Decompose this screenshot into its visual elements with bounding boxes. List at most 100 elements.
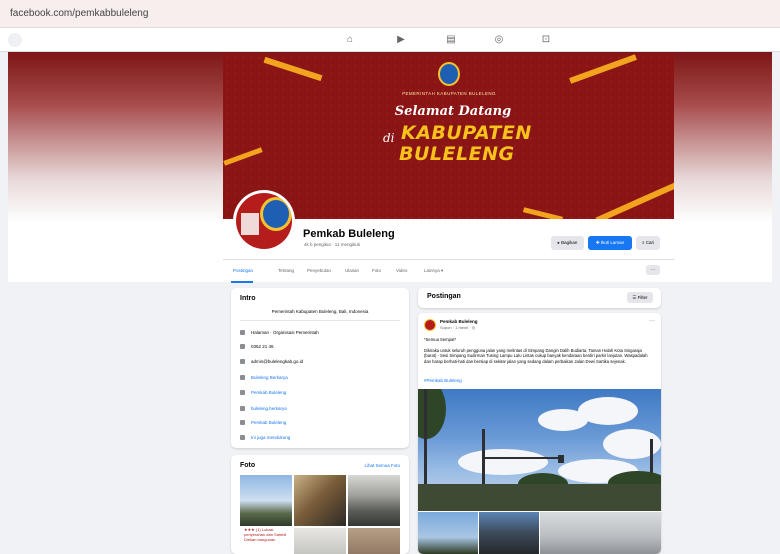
tab-penyebutan[interactable]: Penyebutan: [307, 268, 331, 273]
search-icon[interactable]: [8, 33, 22, 47]
post-body-text: Dikiraka untuk seluruh pengguna jalan ya…: [424, 347, 648, 364]
posts-title: Postingan: [427, 293, 461, 300]
post-greeting: *Semua Sempat*: [424, 337, 457, 342]
posts-header-card: Postingan ☰ Filter: [418, 288, 661, 308]
post-author-avatar[interactable]: [424, 319, 436, 331]
search-button-label: Cari: [645, 240, 655, 245]
intro-row-link[interactable]: Ini juga mendukung: [251, 435, 290, 440]
see-all-photos-link[interactable]: Lihat Semua Foto: [364, 463, 400, 468]
follow-button-label: Ikuti Laman: [600, 240, 625, 245]
post-body: *Semua Sempat* Dikiraka untuk seluruh pe…: [424, 337, 655, 364]
filter-button[interactable]: ☰ Filter: [627, 292, 653, 303]
intro-extra-link[interactable]: Ini juga mendukung: [240, 434, 400, 442]
intro-facebook[interactable]: Pemkab Buleleng: [240, 389, 400, 397]
browser-url-bar[interactable]: facebook.com/pemkabbuleleng: [0, 0, 780, 28]
traffic-arm: [482, 457, 562, 459]
page-title: Pemkab Buleleng: [303, 228, 395, 240]
post-photo[interactable]: [418, 389, 661, 511]
profile-emblem-icon: [260, 197, 292, 231]
home-icon[interactable]: ⌂: [344, 34, 356, 46]
intro-card: Intro Pemerintah Kabupaten Buleleng, Bal…: [231, 288, 409, 448]
follow-button[interactable]: ✚ Ikuti Laman: [588, 236, 632, 250]
cover-government-text: PEMERINTAH KABUPATEN BULELENG: [402, 91, 496, 96]
post-card: Pemkab Buleleng Sopon · 1 menit · ◎ ··· …: [418, 313, 661, 554]
share-button-label: Bagikan: [561, 240, 578, 245]
photos-grid: ★★★ (1) Lokasi penyerahan dan Sambil Dir…: [240, 475, 400, 554]
tab-foto[interactable]: Foto: [372, 268, 381, 273]
intro-phone: 0362 21 46: [240, 343, 400, 351]
photos-title: Foto: [240, 462, 256, 469]
phone-icon: [240, 344, 245, 349]
post-photo-thumbnail[interactable]: [418, 512, 478, 554]
gaming-icon[interactable]: ⊡: [540, 34, 552, 46]
intro-tiktok[interactable]: buleleng.berkarya: [240, 405, 400, 413]
intro-row-link[interactable]: Pemkab Buleleng: [251, 420, 286, 425]
tiktok-icon: [240, 406, 245, 411]
photos-card: Foto Lihat Semua Foto ★★★ (1) Lokasi pen…: [231, 455, 409, 554]
intro-row-link[interactable]: Buleleng Berkarya: [251, 375, 288, 380]
cover-photo[interactable]: PEMERINTAH KABUPATEN BULELENG Selamat Da…: [223, 54, 674, 219]
tab-video[interactable]: Video: [396, 268, 407, 273]
cover-buleleng-text: BULELENG: [399, 143, 515, 165]
profile-poster-graphic: [241, 213, 259, 235]
intro-category: Halaman · Organisasi Pemerintah: [240, 329, 400, 337]
intro-website[interactable]: Buleleng Berkarya: [240, 374, 400, 382]
intro-row-text: Halaman · Organisasi Pemerintah: [251, 330, 319, 335]
cover-welcome-text: Selamat Datang: [394, 104, 512, 119]
info-icon: [240, 330, 245, 335]
photo-thumbnail[interactable]: [294, 475, 346, 526]
post-author-name[interactable]: Pemkab Buleleng: [440, 319, 478, 324]
tab-lainnya[interactable]: Lainnya ▾: [424, 268, 443, 274]
marketplace-icon[interactable]: ▤: [445, 34, 457, 46]
cover-kabupaten-text: KABUPATEN: [401, 122, 532, 144]
regency-emblem-icon: [438, 62, 460, 86]
groups-icon[interactable]: ◎: [493, 34, 505, 46]
intro-row-link[interactable]: Pemkab Buleleng: [251, 390, 286, 395]
intro-bio: Pemerintah Kabupaten Buleleng, Bali, Ind…: [240, 309, 400, 321]
post-timestamp[interactable]: Sopon · 1 menit · ◎: [440, 325, 475, 330]
photo-thumbnail[interactable]: ★★★ (1) Lokasi penyerahan dan Sambil Dir…: [240, 475, 292, 542]
intro-row-text: 0362 21 46: [251, 344, 274, 349]
page-follower-count[interactable]: 4k b pengikut · 11 mengikuti: [304, 242, 360, 247]
filter-button-label: Filter: [637, 295, 648, 300]
tab-postingan[interactable]: Postingan: [233, 268, 253, 273]
website-icon: [240, 375, 245, 380]
cloud: [458, 449, 548, 475]
youtube-icon: [240, 420, 245, 425]
tab-tentang[interactable]: Tentang: [278, 268, 294, 273]
intro-row-text[interactable]: admin@bulelengkab.go.id: [251, 359, 303, 364]
palm-trunk: [424, 389, 427, 499]
photo-thumbnail[interactable]: [294, 528, 346, 554]
profile-picture[interactable]: [233, 190, 295, 252]
cover-di-text: di: [383, 131, 395, 145]
video-icon[interactable]: ▶: [395, 34, 407, 46]
intro-title: Intro: [240, 295, 256, 302]
page-search-button[interactable]: ⌕ Cari: [636, 236, 660, 250]
photo-thumbnail[interactable]: [348, 528, 400, 554]
tabs-more-button[interactable]: ···: [646, 265, 660, 275]
intro-row-link[interactable]: buleleng.berkarya: [251, 406, 287, 411]
top-navigation: ⌂ ▶ ▤ ◎ ⊡: [0, 28, 780, 52]
traffic-pole: [482, 429, 485, 489]
post-photo-thumbnail[interactable]: [540, 512, 661, 554]
post-photo-thumbnail[interactable]: [479, 512, 539, 554]
share-button[interactable]: ▸ Bagikan: [551, 236, 584, 250]
profile-picture-image: [236, 193, 292, 249]
road-ground: [418, 484, 661, 511]
cloud: [538, 409, 588, 431]
palm-tree: [418, 389, 446, 439]
intro-youtube[interactable]: Pemkab Buleleng: [240, 419, 400, 427]
email-icon: [240, 359, 245, 364]
post-hashtag[interactable]: #Pemkab Buleleng: [424, 378, 462, 383]
traffic-light: [558, 455, 564, 463]
intro-email: admin@bulelengkab.go.id: [240, 358, 400, 366]
link-icon: [240, 435, 245, 440]
tab-lainnya-label: Lainnya: [424, 268, 440, 273]
url-text[interactable]: facebook.com/pemkabbuleleng: [10, 8, 148, 19]
photo-thumbnail[interactable]: [348, 475, 400, 526]
facebook-icon: [240, 390, 245, 395]
post-options-icon[interactable]: ···: [649, 318, 655, 324]
tabs-divider: [223, 259, 674, 260]
photo-caption: ★★★ (1) Lokasi penyerahan dan Sambil Dir…: [244, 527, 287, 542]
tab-ulasan[interactable]: Ulasan: [345, 268, 359, 273]
